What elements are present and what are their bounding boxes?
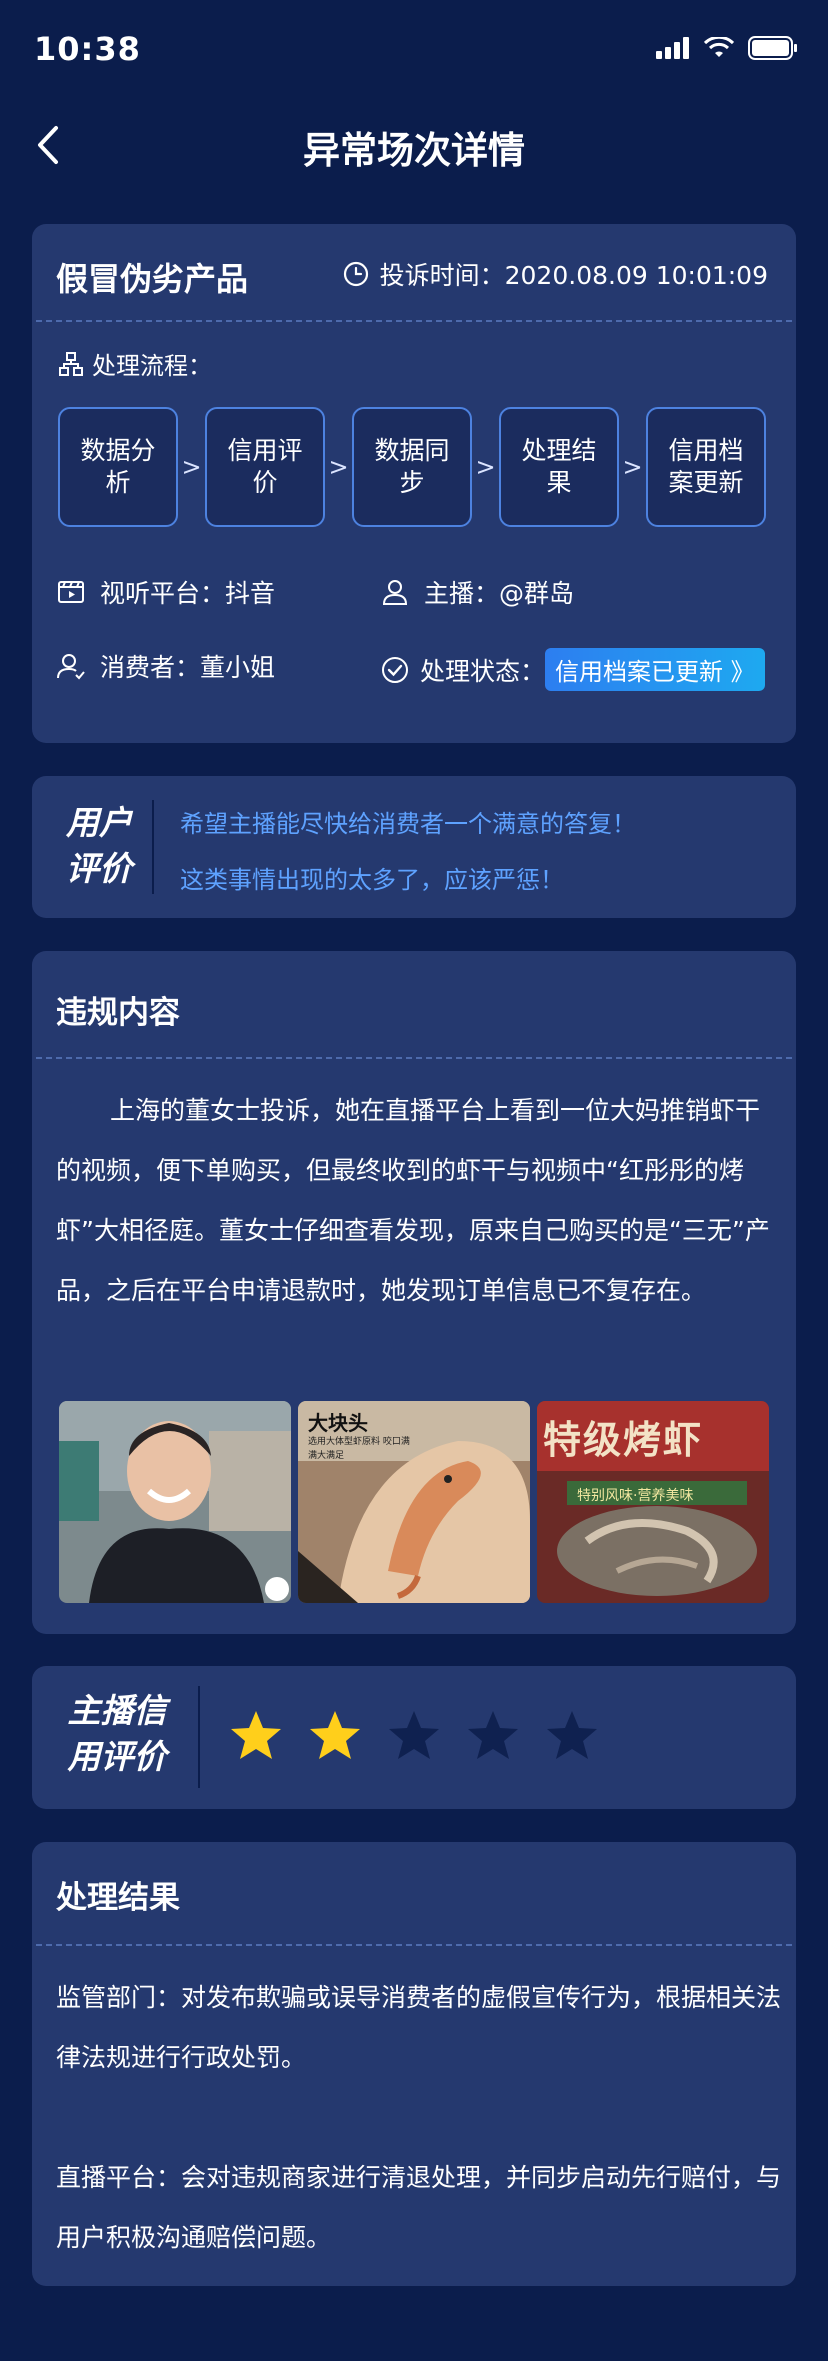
battery-icon	[748, 36, 797, 60]
star-empty-icon[interactable]	[386, 1708, 442, 1764]
anchor-info: 主播：@群岛	[380, 574, 574, 610]
flow-arrow: >	[475, 453, 496, 481]
user-review-title: 用户 评价	[54, 800, 144, 892]
star-rating	[228, 1708, 600, 1764]
star-filled-icon[interactable]	[307, 1708, 363, 1764]
credit-rating-title-line2: 用评价	[67, 1737, 167, 1776]
shrimp-subcaption: 选用大体型虾原料 咬口满满大满足	[308, 1437, 410, 1461]
divider	[36, 1944, 792, 1946]
status-icons	[656, 36, 798, 60]
evidence-image-shrimp[interactable]: 大块头 选用大体型虾原料 咬口满满大满足	[298, 1401, 530, 1603]
nav-bar: 异常场次详情	[0, 100, 828, 190]
flow-step-credit-evaluation[interactable]: 信用评价	[205, 407, 325, 527]
flow-arrow: >	[328, 453, 349, 481]
status-time: 10:38	[34, 30, 141, 68]
package-caption: 特级烤虾	[543, 1417, 704, 1462]
violation-content: 上海的董女士投诉，她在直播平台上看到一位大妈推销虾干的视频，便下单购买，但最终收…	[56, 1096, 770, 1305]
status-badge[interactable]: 信用档案已更新 》	[545, 648, 765, 691]
process-flow: 数据分析 > 信用评价 > 数据同步 > 处理结果 > 信用档案更新	[58, 407, 766, 527]
sitemap-icon	[59, 351, 83, 376]
star-empty-icon[interactable]	[544, 1708, 600, 1764]
divider	[36, 1057, 792, 1059]
status-label: 处理状态：	[420, 656, 546, 686]
user-review-title-line2: 评价	[66, 849, 132, 888]
result-regulator: 监管部门：对发布欺骗或误导消费者的虚假宣传行为，根据相关法律法规进行行政处罚。	[56, 1983, 782, 2072]
user-review-card: 用户 评价 希望主播能尽快给消费者一个满意的答复！ 这类事情出现的太多了，应该严…	[32, 776, 796, 918]
vertical-divider	[198, 1686, 200, 1788]
result-title: 处理结果	[56, 1880, 180, 1916]
flow-arrow: >	[622, 453, 643, 481]
user-icon	[382, 580, 408, 605]
flow-step-data-sync[interactable]: 数据同步	[352, 407, 472, 527]
review-comment: 这类事情出现的太多了，应该严惩！	[180, 866, 564, 894]
case-card: 假冒伪劣产品 投诉时间：2020.08.09 10:01:09 处理流程： 数据…	[32, 224, 796, 743]
review-comment: 希望主播能尽快给消费者一个满意的答复！	[180, 810, 636, 838]
flow-arrow: >	[181, 453, 202, 481]
status-info: 处理状态： 信用档案已更新 》	[380, 648, 765, 691]
violation-title: 违规内容	[56, 995, 180, 1031]
platform-info: 视听平台：抖音	[56, 574, 275, 610]
violation-card: 违规内容 上海的董女士投诉，她在直播平台上看到一位大妈推销虾干的视频，便下单购买…	[32, 951, 796, 1634]
streamer-photo	[59, 1401, 291, 1603]
star-empty-icon[interactable]	[465, 1708, 521, 1764]
shrimp-caption: 大块头	[308, 1411, 368, 1435]
flow-label-text: 处理流程：	[92, 352, 212, 380]
vertical-divider	[152, 800, 154, 894]
package-subcaption: 特别风味·营养美味	[577, 1488, 694, 1504]
wifi-icon	[704, 37, 734, 57]
user-review-title-line1: 用户	[66, 803, 132, 842]
complaint-time-text: 投诉时间：2020.08.09 10:01:09	[379, 261, 768, 290]
evidence-image-streamer[interactable]	[59, 1401, 291, 1603]
status-bar: 10:38	[0, 0, 828, 100]
evidence-images: 大块头 选用大体型虾原料 咬口满满大满足 特级烤虾 特别风味·营养美味	[59, 1401, 769, 1603]
page-title: 异常场次详情	[303, 129, 525, 172]
result-platform: 直播平台：会对违规商家进行清退处理，并同步启动先行赔付，与用户积极沟通赔偿问题。	[56, 2163, 782, 2252]
evidence-image-package[interactable]: 特级烤虾 特别风味·营养美味	[537, 1401, 769, 1603]
flow-step-processing-result[interactable]: 处理结果	[499, 407, 619, 527]
credit-rating-title-line1: 主播信	[67, 1691, 167, 1730]
divider	[36, 320, 792, 322]
consumer-icon	[57, 654, 85, 680]
credit-rating-card: 主播信 用评价	[32, 1666, 796, 1809]
flow-step-data-analysis[interactable]: 数据分析	[58, 407, 178, 527]
video-clapper-icon	[58, 581, 84, 603]
clock-icon	[343, 261, 368, 287]
consumer-info: 消费者：董小姐	[56, 648, 275, 684]
result-card: 处理结果 监管部门：对发布欺骗或误导消费者的虚假宣传行为，根据相关法律法规进行行…	[32, 1842, 796, 2286]
consumer-text: 消费者：董小姐	[100, 653, 276, 682]
anchor-text[interactable]: 主播：@群岛	[424, 574, 574, 610]
flow-step-credit-file-update[interactable]: 信用档案更新	[646, 407, 766, 527]
platform-text: 视听平台：抖音	[100, 579, 276, 608]
signal-icon	[656, 37, 689, 59]
credit-rating-title: 主播信 用评价	[52, 1688, 182, 1780]
complaint-time: 投诉时间：2020.08.09 10:01:09	[342, 256, 768, 292]
flow-label: 处理流程：	[58, 346, 212, 381]
case-title: 假冒伪劣产品	[56, 260, 249, 298]
check-circle-icon	[382, 656, 408, 683]
star-filled-icon[interactable]	[228, 1708, 284, 1764]
